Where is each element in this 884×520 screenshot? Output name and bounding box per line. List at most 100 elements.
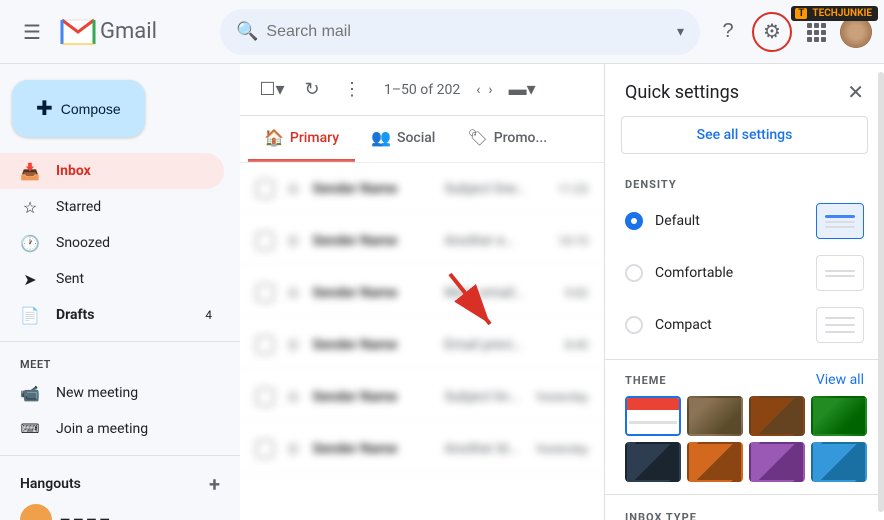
email-count: 1–50 of 202 [384,82,460,98]
theme-blue-thumb[interactable] [811,442,867,482]
theme-dark-thumb[interactable] [625,442,681,482]
density-compact-preview [816,307,864,343]
density-default-preview [816,203,864,239]
theme-nature-thumb[interactable] [749,396,805,436]
density-section-label: DENSITY [605,170,884,195]
preview-line-thin [825,275,855,277]
starred-icon: ☆ [20,198,40,217]
sidebar-item-snoozed[interactable]: 🕐 Snoozed [0,225,224,261]
preview-line-1 [825,317,855,319]
sidebar-divider-2 [0,455,240,456]
main-layout: ✚ Compose 📥 Inbox ☆ Starred 🕐 Snoozed ➤ … [0,64,884,520]
tj-t-icon: T [795,8,807,19]
view-toggle-button[interactable]: ▬▾ [509,79,536,100]
theme-line [629,421,677,424]
hangouts-add-button[interactable]: + [209,472,220,496]
density-option-comfortable[interactable]: Comfortable [605,247,884,299]
topbar: ☰ Gmail 🔍 ▾ ? ⚙ [0,0,884,64]
preview-line-thin [825,221,855,223]
primary-tab-icon: 🏠 [264,128,284,147]
email-toolbar: ☐▾ ↻ ⋮ 1–50 of 202 ‹ › ▬▾ [240,64,604,116]
drafts-badge: 4 [205,308,212,322]
compose-icon: ✚ [36,96,53,121]
quick-settings-panel: Quick settings ✕ See all settings DENSIT… [604,64,884,520]
hamburger-icon: ☰ [23,20,41,44]
email-row[interactable]: ☆ Sender Name Email preview text showing… [240,319,604,371]
density-comfortable-left: Comfortable [625,264,733,282]
more-options-button[interactable]: ⋮ [336,74,368,106]
sidebar: ✚ Compose 📥 Inbox ☆ Starred 🕐 Snoozed ➤ … [0,64,240,520]
search-bar[interactable]: 🔍 ▾ [220,9,700,55]
theme-default-thumb[interactable] [625,396,681,436]
sidebar-item-drafts[interactable]: 📄 Drafts 4 [0,297,224,333]
drafts-icon: 📄 [20,306,40,325]
help-button[interactable]: ? [708,12,748,52]
email-row[interactable]: ☆ Sender Name Subject line preview text … [240,163,604,215]
snoozed-label: Snoozed [56,235,110,251]
email-rows: ☆ Sender Name Subject line preview text … [240,163,604,475]
preview-line [825,270,855,272]
density-compact-radio[interactable] [625,316,643,334]
density-option-default[interactable]: Default [605,195,884,247]
email-row[interactable]: ☆ Sender Name More email content preview… [240,267,604,319]
density-comfortable-radio[interactable] [625,264,643,282]
theme-orange-thumb[interactable] [687,442,743,482]
settings-button[interactable]: ⚙ [752,12,792,52]
email-row[interactable]: ☆ Sender Name Subject line preview text … [240,371,604,423]
select-all-checkbox[interactable]: ☐▾ [256,74,288,106]
starred-label: Starred [56,199,101,215]
inbox-label: Inbox [56,163,91,179]
view-all-themes-link[interactable]: View all [816,372,864,388]
theme-section-label: THEME [625,374,667,387]
search-dropdown-icon[interactable]: ▾ [677,24,684,40]
density-compact-left: Compact [625,316,712,334]
sidebar-item-starred[interactable]: ☆ Starred [0,189,224,225]
theme-chess-thumb[interactable] [687,396,743,436]
quick-settings-header: Quick settings ✕ [605,64,884,116]
join-meeting-label: Join a meeting [56,421,148,437]
theme-purple-thumb[interactable] [749,442,805,482]
prev-page-button[interactable]: ‹ [476,82,480,98]
see-all-settings-button[interactable]: See all settings [621,116,868,154]
quick-settings-title: Quick settings [625,82,739,103]
density-option-compact[interactable]: Compact [605,299,884,351]
quick-settings-close-button[interactable]: ✕ [847,80,864,104]
apps-grid-icon [806,22,826,42]
tab-promotions[interactable]: 🏷 Promo... [451,116,563,162]
snoozed-icon: 🕐 [20,234,40,253]
hamburger-menu-button[interactable]: ☰ [12,12,52,52]
scrollbar[interactable] [878,72,884,512]
search-input[interactable] [266,23,669,41]
gmail-text: Gmail [100,19,157,44]
theme-green-thumb[interactable] [811,396,867,436]
email-row[interactable]: ☆ Sender Name Another blurred email subj… [240,423,604,475]
inbox-icon: 📥 [20,162,40,181]
refresh-button[interactable]: ↻ [296,74,328,106]
density-default-left: Default [625,212,700,230]
hangouts-label: Hangouts [20,476,81,492]
theme-top-bar [627,398,679,410]
email-row[interactable]: ☆ Sender Name Another email preview text… [240,215,604,267]
inbox-type-label: INBOX TYPE [605,503,884,520]
sidebar-item-new-meeting[interactable]: 📹 New meeting [0,375,224,411]
tab-social[interactable]: 👥 Social [355,116,451,162]
sidebar-item-inbox[interactable]: 📥 Inbox [0,153,224,189]
meet-section-label: Meet [0,350,240,375]
next-page-button[interactable]: › [488,82,492,98]
promotions-tab-label: Promo... [494,130,547,146]
compose-button[interactable]: ✚ Compose [12,80,145,137]
drafts-label: Drafts [56,307,94,323]
density-default-radio[interactable] [625,212,643,230]
email-list: ☐▾ ↻ ⋮ 1–50 of 202 ‹ › ▬▾ 🏠 Primary 👥 So… [240,64,604,520]
topbar-left: ☰ Gmail [12,12,212,52]
hangouts-username: — — — — [60,513,110,520]
tab-primary[interactable]: 🏠 Primary [248,116,355,162]
help-icon: ? [722,20,733,43]
theme-body [627,410,679,434]
hangouts-section: Hangouts + — — — — No recent chats Start… [0,464,240,520]
density-comfortable-label: Comfortable [655,265,733,281]
social-tab-icon: 👥 [371,128,391,147]
sidebar-item-sent[interactable]: ➤ Sent [0,261,224,297]
sidebar-item-join-meeting[interactable]: ⌨ Join a meeting [0,411,224,447]
compose-label: Compose [61,101,121,117]
